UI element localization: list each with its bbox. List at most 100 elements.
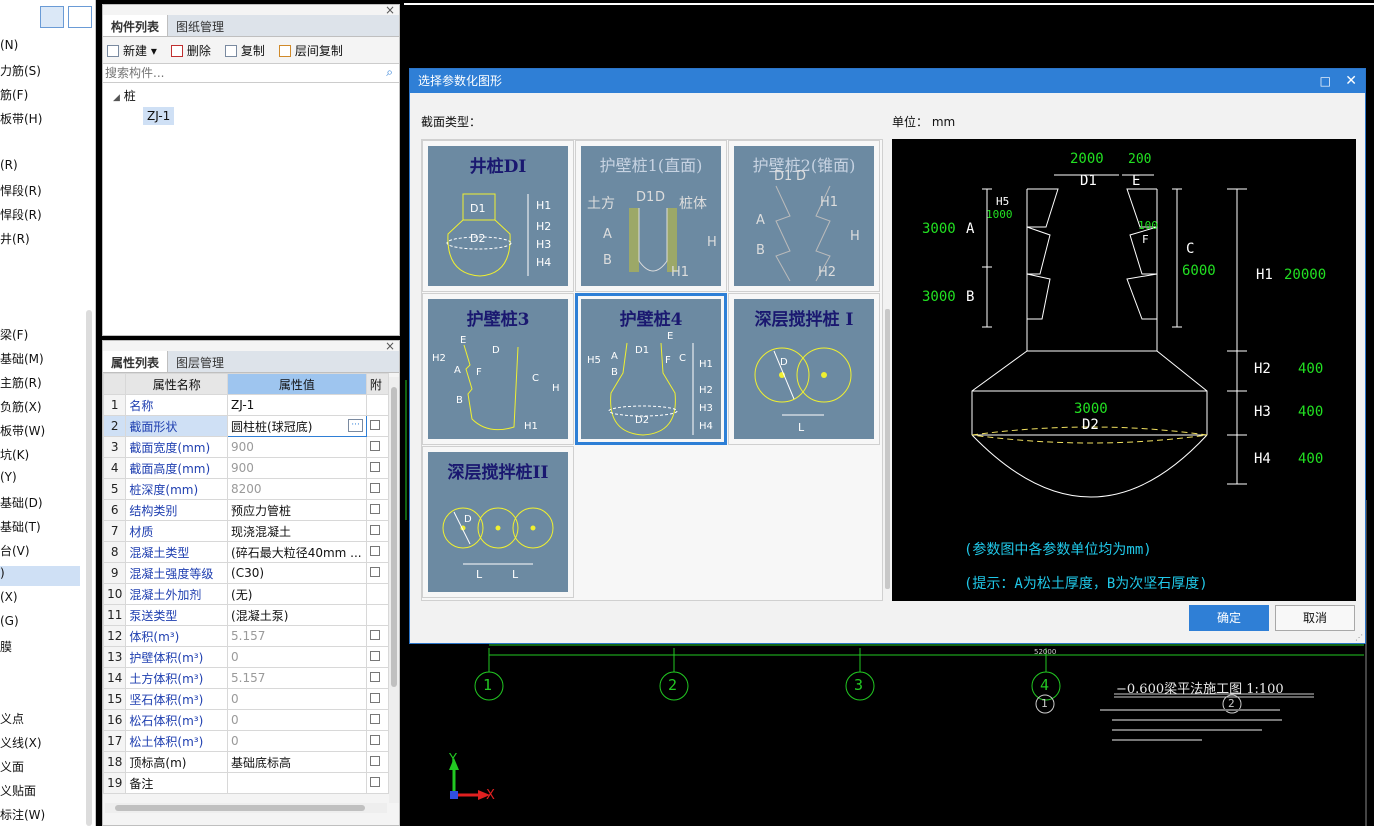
dialog-titlebar[interactable]: 选择参数化图形 □ ✕ xyxy=(410,69,1365,93)
property-vscrollbar[interactable] xyxy=(389,377,399,803)
property-row[interactable]: 17 松土体积(m³) 0 xyxy=(103,730,389,752)
tree-node-pile[interactable]: ◢ 桩 xyxy=(113,87,399,104)
element-type-item[interactable]: 筋(F) xyxy=(0,86,28,103)
property-row[interactable]: 5 桩深度(mm) 8200 xyxy=(103,478,389,500)
card-view-button[interactable] xyxy=(68,6,92,28)
attach-checkbox[interactable] xyxy=(369,483,380,493)
attach-checkbox[interactable] xyxy=(369,567,380,577)
property-row[interactable]: 6 结构类别 预应力管桩 xyxy=(103,499,389,521)
element-type-item[interactable]: 井(R) xyxy=(0,230,30,247)
element-type-item[interactable]: (G) xyxy=(0,614,19,628)
property-row[interactable]: 18 顶标高(m) 基础底标高 xyxy=(103,751,389,773)
property-value[interactable]: 0 xyxy=(227,646,367,668)
element-type-item[interactable]: 义线(X) xyxy=(0,734,42,751)
element-type-item[interactable]: 负筋(X) xyxy=(0,398,42,415)
element-type-item[interactable]: 膜 xyxy=(0,638,12,655)
property-value[interactable]: 0 xyxy=(227,709,367,731)
property-row[interactable]: 10 混凝土外加剂 (无) xyxy=(103,583,389,605)
tab-drawing-management[interactable]: 图纸管理 xyxy=(168,15,232,36)
element-type-item[interactable]: 板带(W) xyxy=(0,422,45,439)
attach-checkbox-cell[interactable] xyxy=(365,478,389,500)
property-value[interactable]: 5.157 xyxy=(227,625,367,647)
element-type-item[interactable]: 梁(F) xyxy=(0,326,28,343)
close-icon[interactable]: ✕ xyxy=(1345,69,1357,93)
element-type-item[interactable]: 义贴面 xyxy=(0,782,36,799)
attach-checkbox[interactable] xyxy=(369,777,380,787)
property-value[interactable]: ZJ-1 xyxy=(227,394,367,416)
property-value[interactable]: (无) xyxy=(227,583,367,605)
shape-deep-mixing-pile-1[interactable]: 深层搅拌桩 I D L xyxy=(728,293,880,445)
element-type-item[interactable]: 义面 xyxy=(0,758,24,775)
confirm-button[interactable]: 确定 xyxy=(1189,605,1269,631)
element-type-item[interactable]: ) xyxy=(0,566,80,586)
element-type-item[interactable]: 基础(T) xyxy=(0,518,41,535)
attach-checkbox[interactable] xyxy=(369,546,380,556)
property-value[interactable]: (混凝土泵) xyxy=(227,604,367,626)
property-row[interactable]: 15 坚石体积(m³) 0 xyxy=(103,688,389,710)
attach-checkbox-cell[interactable] xyxy=(365,709,389,731)
attach-checkbox[interactable] xyxy=(369,630,380,640)
shape-retaining-pile-1[interactable]: 护壁桩1(直面) 土方 桩体 D1 D A B H H1 xyxy=(575,140,727,292)
component-search-input[interactable] xyxy=(103,64,373,82)
element-type-item[interactable]: 板带(H) xyxy=(0,110,42,127)
attach-checkbox-cell[interactable] xyxy=(365,667,389,689)
tab-component-list[interactable]: 构件列表 xyxy=(103,15,169,36)
tab-property-list[interactable]: 属性列表 xyxy=(103,351,169,372)
element-type-item[interactable]: 力筋(S) xyxy=(0,62,41,79)
property-value[interactable]: (碎石最大粒径40mm ... xyxy=(227,541,367,563)
element-type-item[interactable]: 悍段(R) xyxy=(0,206,42,223)
property-row[interactable]: 1 名称 ZJ-1 xyxy=(103,394,389,416)
property-value[interactable]: (C30) xyxy=(227,562,367,584)
attach-checkbox[interactable] xyxy=(369,672,380,682)
attach-checkbox-cell[interactable] xyxy=(365,520,389,542)
attach-checkbox[interactable] xyxy=(369,714,380,724)
shape-retaining-pile-4[interactable]: 护壁桩4 D1 E H5 A B F C D2 H1 H2 H3 H4 xyxy=(575,293,727,445)
attach-checkbox[interactable] xyxy=(369,504,380,514)
property-row[interactable]: 8 混凝土类型 (碎石最大粒径40mm ... xyxy=(103,541,389,563)
shape-deep-mixing-pile-2[interactable]: 深层搅拌桩II D L L xyxy=(422,446,574,598)
property-value[interactable]: 0 xyxy=(227,688,367,710)
property-value[interactable]: 900 xyxy=(227,436,367,458)
property-row[interactable]: 13 护壁体积(m³) 0 xyxy=(103,646,389,668)
property-hscrollbar[interactable] xyxy=(105,803,387,813)
element-type-item[interactable]: 坑(K) xyxy=(0,446,29,463)
shape-retaining-pile-3[interactable]: 护壁桩3 E H2 D A F B C H H1 xyxy=(422,293,574,445)
attach-checkbox-cell[interactable] xyxy=(365,499,389,521)
copy-button[interactable]: 复制 xyxy=(224,42,265,59)
element-type-item[interactable]: 标注(W) xyxy=(0,806,45,823)
property-row[interactable]: 11 泵送类型 (混凝土泵) xyxy=(103,604,389,626)
element-type-item[interactable]: (X) xyxy=(0,590,18,604)
attach-checkbox[interactable] xyxy=(369,420,380,430)
attach-checkbox[interactable] xyxy=(369,462,380,472)
attach-checkbox-cell[interactable] xyxy=(365,436,389,458)
property-row[interactable]: 12 体积(m³) 5.157 xyxy=(103,625,389,647)
element-type-item[interactable]: 台(V) xyxy=(0,542,30,559)
property-value[interactable]: 900 xyxy=(227,457,367,479)
attach-checkbox[interactable] xyxy=(369,756,380,766)
delete-button[interactable]: 删除 xyxy=(170,42,211,59)
maximize-icon[interactable]: □ xyxy=(1320,69,1331,93)
attach-checkbox-cell[interactable] xyxy=(365,415,389,437)
search-icon[interactable]: ⌕ xyxy=(386,65,393,80)
property-row[interactable]: 9 混凝土强度等级 (C30) xyxy=(103,562,389,584)
list-view-button[interactable] xyxy=(40,6,64,28)
tree-node-zj1[interactable]: ZJ-1 xyxy=(143,107,175,125)
attach-checkbox-cell[interactable] xyxy=(365,457,389,479)
property-value[interactable]: 5.157 xyxy=(227,667,367,689)
tab-layer-management[interactable]: 图层管理 xyxy=(168,351,232,372)
attach-checkbox[interactable] xyxy=(369,441,380,451)
attach-checkbox[interactable] xyxy=(369,525,380,535)
element-type-item[interactable]: 基础(D) xyxy=(0,494,43,511)
attach-checkbox[interactable] xyxy=(369,693,380,703)
left-scrollbar[interactable] xyxy=(86,310,92,826)
property-value[interactable]: 圆柱桩(球冠底) ··· xyxy=(227,415,367,437)
new-button[interactable]: 新建 ▾ xyxy=(107,42,157,59)
element-type-item[interactable]: (Y) xyxy=(0,470,17,484)
property-value[interactable]: 8200 xyxy=(227,478,367,500)
floor-copy-button[interactable]: 层间复制 xyxy=(278,42,343,59)
property-row[interactable]: 19 备注 xyxy=(103,772,389,794)
cancel-button[interactable]: 取消 xyxy=(1275,605,1355,631)
element-type-item[interactable]: 义点 xyxy=(0,710,24,727)
attach-checkbox-cell[interactable] xyxy=(365,646,389,668)
more-icon[interactable]: ··· xyxy=(348,419,363,432)
